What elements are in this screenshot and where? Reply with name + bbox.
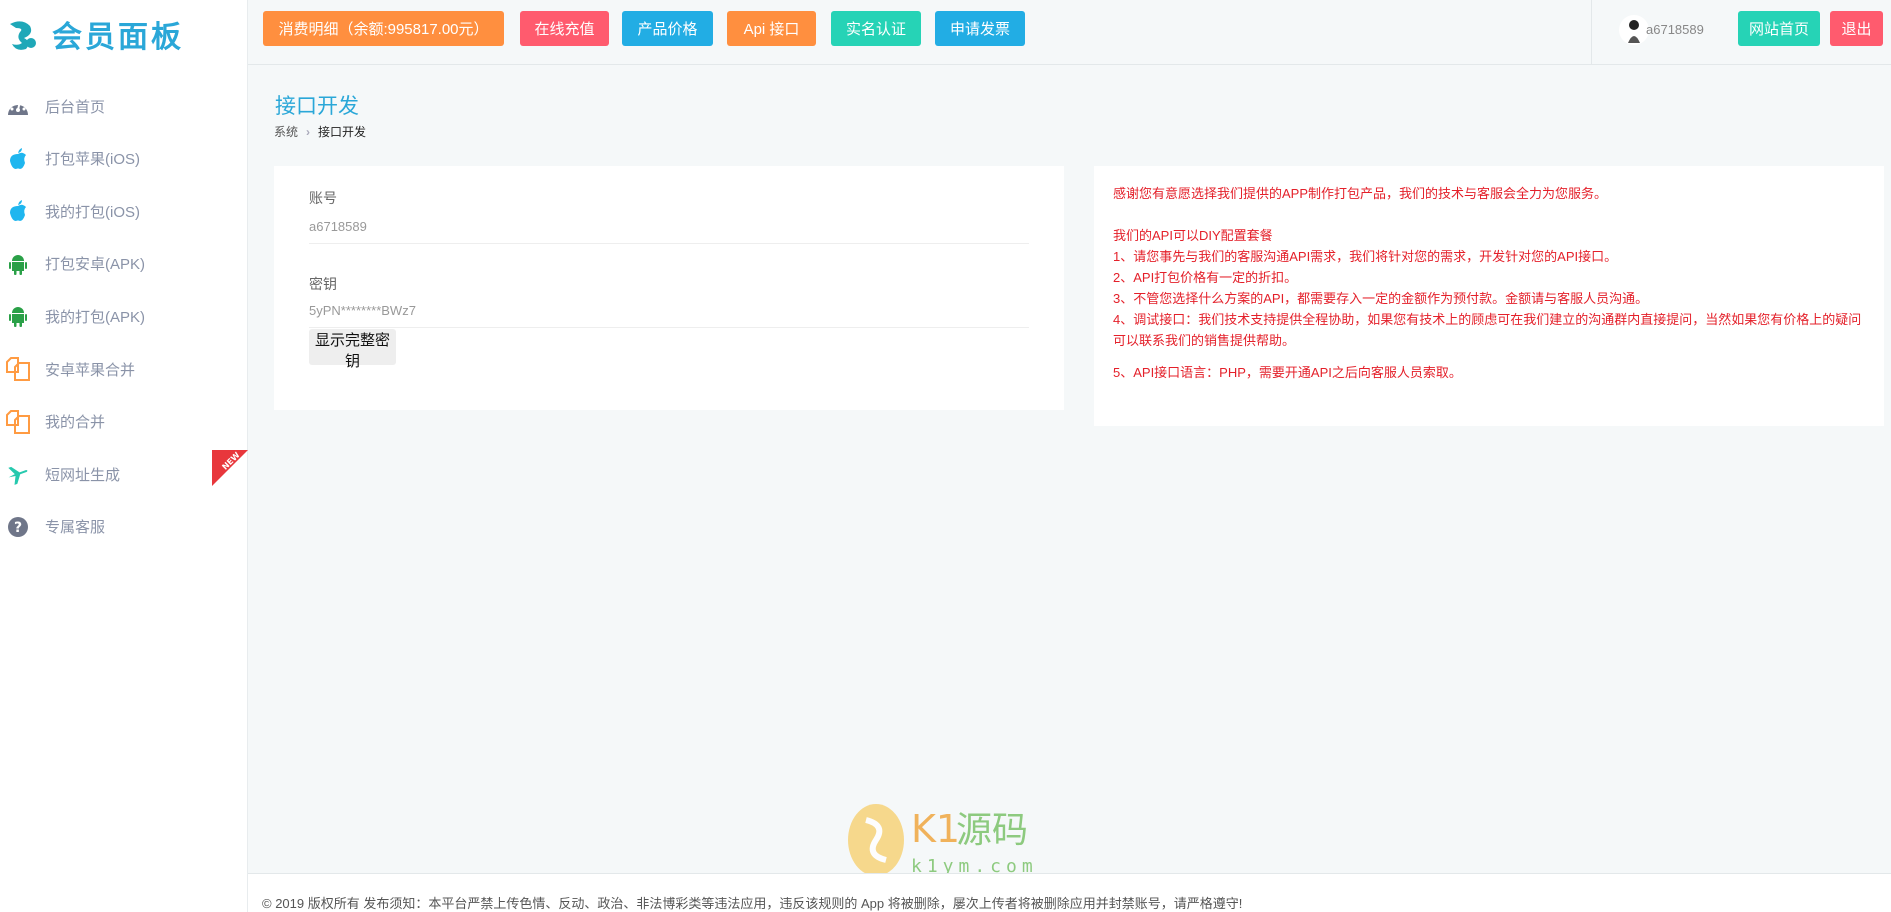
top-nav-button[interactable]: 消费明细（余额:995817.00元） [263,11,504,46]
sidebar-item-label: 安卓苹果合并 [45,361,136,379]
new-badge: NEW [212,450,248,487]
sidebar-item-label: 打包苹果(iOS) [45,151,140,169]
avatar[interactable] [1619,15,1649,45]
svg-text:源码: 源码 [956,810,1028,851]
logo[interactable]: 会员面板 [4,12,184,56]
plane-icon [5,461,31,487]
page-title: 接口开发 [275,95,359,118]
api-info-card: 感谢您有意愿选择我们提供的APP制作打包产品，我们的技术与客服会全力为您服务。 … [1094,166,1884,426]
info-line: 3、不管您选择什么方案的API，都需要存入一定的金额作为预付款。金额请与客服人员… [1113,291,1649,306]
apple-icon [5,146,31,172]
sidebar: 会员面板 后台首页打包苹果(iOS) 我的打包(iOS) 打包安卓(APK) 我的打包… [0,0,248,912]
footer: © 2019 版权所有 发布须知：本平台严禁上传色情、反动、政治、非法博彩类等违… [248,873,1891,912]
info-line: 5、API接口语言：PHP，需要开通API之后向客服人员索取。 [1113,365,1462,380]
sidebar-item-label: 后台首页 [45,98,106,116]
svg-text:K1: K1 [911,807,960,851]
account-label: 账号 [309,190,337,206]
info-line: 2、API打包价格有一定的折扣。 [1113,270,1298,285]
account-field[interactable]: a6718589 [309,219,1029,244]
sidebar-item[interactable]: 后台首页 [0,86,248,126]
key-field[interactable]: 5yPN********BWz7 [309,303,1029,328]
sidebar-item-label: 我的合并 [45,414,106,432]
dashboard-icon [5,93,31,119]
sidebar-item[interactable]: 打包安卓(APK) [0,244,248,284]
svg-text:?: ? [14,520,22,536]
chevron-right-icon: › [306,124,311,139]
website-home-button[interactable]: 网站首页 [1738,11,1820,46]
watermark-logo: K1 源码 k1ym.com [846,800,1046,880]
info-heading: 我们的API可以DIY配置套餐 [1113,228,1273,243]
sidebar-item[interactable]: 我的合并 [0,402,248,442]
sidebar-item-label: 专属客服 [45,519,106,537]
copy-icon [5,356,31,382]
info-intro: 感谢您有意愿选择我们提供的APP制作打包产品，我们的技术与客服会全力为您服务。 [1113,186,1608,201]
android-icon [5,303,31,329]
sidebar-item[interactable]: ? 专属客服 [0,507,248,547]
copy-icon [5,409,31,435]
logo-icon [10,21,36,50]
footer-text: © 2019 版权所有 发布须知：本平台严禁上传色情、反动、政治、非法博彩类等违… [262,896,1243,911]
sidebar-item-label: 短网址生成 [45,466,121,484]
top-nav-button[interactable]: 在线充值 [520,11,609,46]
breadcrumb-current: 接口开发 [318,125,367,139]
info-line: 4、调试接口：我们技术支持提供全程协助，如果您有技术上的顾虑可在我们建立的沟通群… [1113,312,1862,348]
sidebar-item[interactable]: 我的打包(APK) [0,296,248,336]
breadcrumb-item[interactable]: 系统 [274,123,298,140]
sidebar-item[interactable]: 安卓苹果合并 [0,349,248,389]
key-label: 密钥 [309,276,337,292]
sidebar-item-label: 打包安卓(APK) [45,256,146,274]
account-card: 账号 a6718589 密钥 5yPN********BWz7 显示完整密钥 [274,166,1064,410]
top-nav-button[interactable]: Api 接口 [727,11,816,46]
sidebar-item[interactable]: 我的打包(iOS) [0,191,248,231]
top-nav-button[interactable]: 实名认证 [831,11,921,46]
question-icon: ? [5,514,31,540]
logo-text: 会员面板 [52,21,184,54]
sidebar-item[interactable]: 短网址生成 NEW [0,450,248,494]
show-full-key-button[interactable]: 显示完整密钥 [309,329,396,370]
sidebar-item-label: 我的打包(iOS) [45,203,140,221]
apple-icon [5,198,31,224]
top-nav-button[interactable]: 申请发票 [935,11,1025,46]
username: a6718589 [1646,22,1704,37]
top-nav-button[interactable]: 产品价格 [622,11,713,46]
android-icon [5,251,31,277]
sidebar-item[interactable]: 打包苹果(iOS) [0,139,248,179]
breadcrumb: 系统 › 接口开发 [274,123,366,140]
info-line: 1、请您事先与我们的客服沟通API需求，我们将针对您的需求，开发针对您的API接… [1113,249,1618,264]
logout-button[interactable]: 退出 [1830,11,1883,46]
sidebar-item-label: 我的打包(APK) [45,308,146,326]
